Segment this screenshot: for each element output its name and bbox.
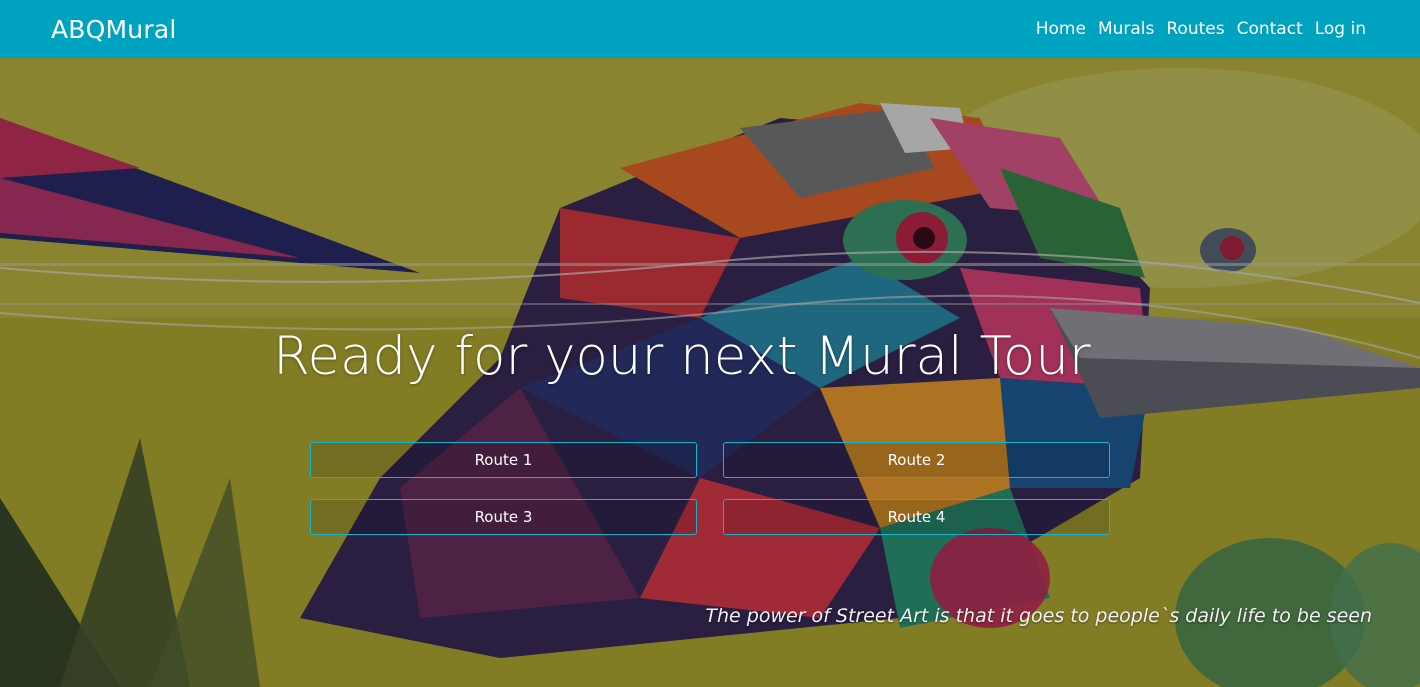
brand-logo-link[interactable]: ABQMural [51, 15, 177, 44]
nav-contact-link[interactable]: Contact [1237, 19, 1303, 39]
route-3-button[interactable]: Route 3 [310, 499, 697, 535]
street-art-quote: The power of Street Art is that it goes … [705, 605, 1372, 627]
route-2-button[interactable]: Route 2 [723, 442, 1110, 478]
route-4-button[interactable]: Route 4 [723, 499, 1110, 535]
nav-murals-link[interactable]: Murals [1098, 19, 1154, 39]
nav-home-link[interactable]: Home [1036, 19, 1086, 39]
top-navbar: ABQMural Home Murals Routes Contact Log … [0, 0, 1420, 58]
hero-title: Ready for your next Mural Tour [273, 326, 1091, 387]
nav-login-link[interactable]: Log in [1315, 19, 1366, 39]
route-1-button[interactable]: Route 1 [310, 442, 697, 478]
hero-section: Ready for your next Mural Tour Route 1 R… [0, 58, 1420, 687]
nav-routes-link[interactable]: Routes [1166, 19, 1224, 39]
nav-links: Home Murals Routes Contact Log in [1036, 19, 1366, 39]
